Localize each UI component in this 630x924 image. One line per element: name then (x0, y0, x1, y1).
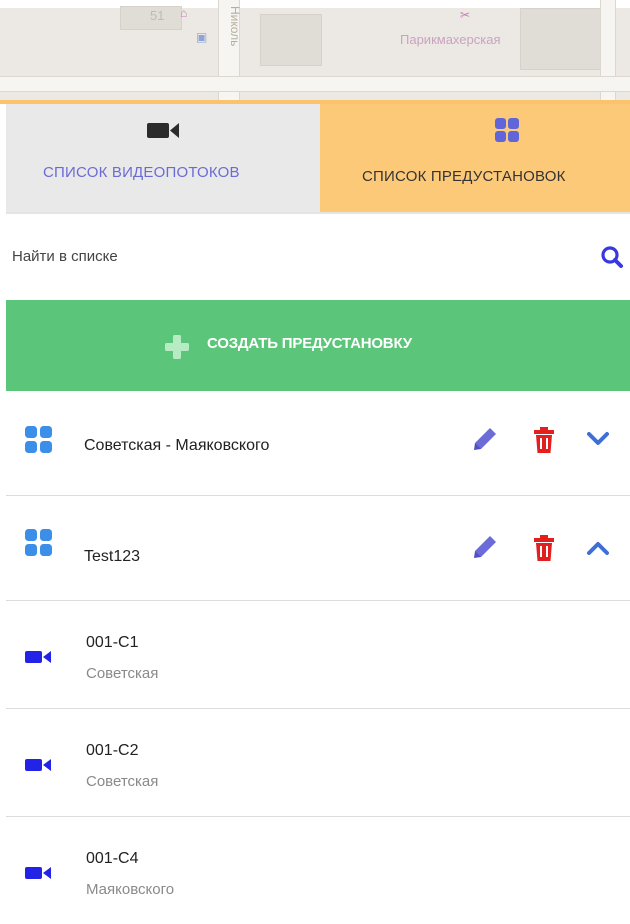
video-camera-icon (25, 759, 51, 771)
pencil-icon[interactable] (472, 534, 498, 560)
camera-row[interactable]: 001-C4 Маяковского (6, 817, 630, 924)
map-poi-icon: ⌂ (180, 6, 188, 20)
preset-name: Test123 (84, 548, 141, 565)
tab-video-streams[interactable]: СПИСОК ВИДЕОПОТОКОВ (6, 104, 320, 212)
search-bar (6, 230, 630, 282)
preset-name: Советская - Маяковского (84, 437, 270, 454)
camera-name: 001-C4 (86, 850, 139, 867)
map-top-border (0, 0, 630, 8)
camera-name: 001-C1 (86, 634, 139, 651)
tab-video-streams-label: СПИСОК ВИДЕОПОТОКОВ (43, 164, 240, 181)
map-poi-icon: ✂ (460, 8, 471, 22)
map-preview[interactable]: 51 ⌂ ▣ Николь ✂ Парикмахерская (0, 0, 630, 104)
preset-row[interactable]: Советская - Маяковского (6, 391, 630, 496)
chevron-down-icon[interactable] (586, 431, 610, 447)
tab-presets[interactable]: СПИСОК ПРЕДУСТАНОВОК (320, 104, 630, 212)
trash-icon[interactable] (532, 426, 556, 454)
video-camera-icon (25, 867, 51, 879)
search-icon[interactable] (600, 245, 624, 269)
camera-row[interactable]: 001-C2 Советская (6, 709, 630, 817)
tab-presets-label: СПИСОК ПРЕДУСТАНОВОК (362, 168, 566, 185)
trash-icon[interactable] (532, 534, 556, 562)
camera-street: Советская (86, 773, 159, 790)
grid-icon (25, 426, 52, 453)
grid-icon (495, 118, 519, 142)
plus-icon (165, 335, 189, 359)
camera-row[interactable]: 001-C1 Советская (6, 601, 630, 709)
camera-street: Советская (86, 665, 159, 682)
map-bus-stop-icon: ▣ (196, 30, 208, 44)
preset-list: Советская - Маяковского Test123 001-C1 С… (6, 391, 630, 924)
preset-row[interactable]: Test123 (6, 496, 630, 601)
map-house-number: 51 (150, 8, 165, 23)
map-building (520, 8, 602, 70)
create-preset-button[interactable]: СОЗДАТЬ ПРЕДУСТАНОВКУ (6, 300, 630, 391)
video-camera-icon (147, 123, 179, 138)
tab-bar: СПИСОК ВИДЕОПОТОКОВ СПИСОК ПРЕДУСТАНОВОК (6, 104, 630, 214)
camera-street: Маяковского (86, 881, 175, 898)
search-input[interactable] (6, 230, 572, 282)
create-preset-label: СОЗДАТЬ ПРЕДУСТАНОВКУ (207, 335, 412, 352)
video-camera-icon (25, 651, 51, 663)
pencil-icon[interactable] (472, 426, 498, 452)
map-street-label: Николь (228, 6, 242, 47)
map-building (260, 14, 322, 66)
chevron-up-icon[interactable] (586, 540, 610, 556)
grid-icon (25, 529, 52, 556)
map-poi-label: Парикмахерская (400, 32, 501, 47)
camera-name: 001-C2 (86, 742, 139, 759)
map-road (0, 76, 630, 92)
